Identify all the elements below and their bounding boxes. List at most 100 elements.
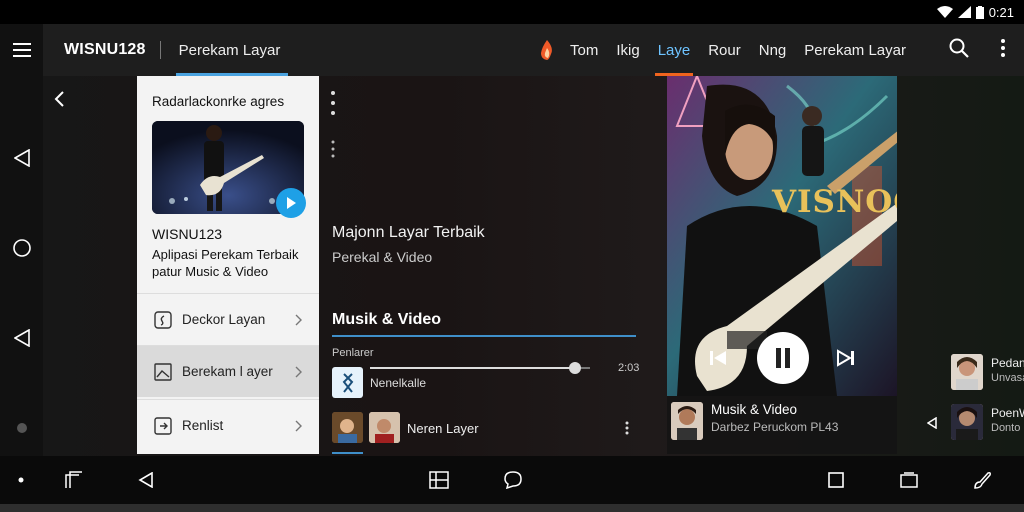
wifi-icon [936,6,953,18]
tab-4[interactable]: Nng [756,24,790,76]
triangle-left-icon [926,416,937,430]
search-button[interactable] [949,38,969,63]
pause-icon [776,348,790,368]
pause-button[interactable] [757,332,809,384]
chevron-right-icon [295,366,302,377]
track-label[interactable]: Neren Layer [407,421,479,436]
card-description: Aplipasi Perekam Terbaik patur Music & V… [152,247,299,279]
hamburger-icon [13,43,31,57]
logo-mark-icon [342,372,353,393]
queue-avatar [951,404,983,440]
image-frame-icon [154,362,172,381]
rail-home-button[interactable] [10,236,34,260]
app-title: WISNU128 [64,41,146,58]
bottom-navigation-bar [0,456,1024,504]
overview-button[interactable] [825,469,847,491]
gallery-button[interactable] [428,469,450,491]
track-label[interactable]: Nenelkalle [370,376,426,390]
now-playing-artist: Darbez Peruckom PL43 [711,420,839,434]
tab-0[interactable]: Tom [567,24,601,76]
triangle-back-icon [138,472,153,488]
app-subtitle-tab[interactable]: Perekam Layar [179,42,281,59]
status-bar: 0:21 [0,0,1024,24]
chevron-right-icon [295,314,302,325]
track-thumbnail[interactable] [332,367,363,398]
album-artwork[interactable]: VISNOC [667,76,897,396]
play-icon [287,197,296,209]
back-nav-button[interactable] [135,469,157,491]
tab-3[interactable]: Rour [705,24,744,76]
signal-icon [957,6,971,18]
more-vert-icon [625,421,629,435]
track-options-button[interactable] [625,421,629,440]
now-playing-bar[interactable]: Musik & Video Darbez Peruckom PL43 [667,396,897,454]
section-title: Musik & Video [332,311,442,328]
chevron-left-icon [54,91,64,107]
portrait-image [951,404,983,440]
tab-2[interactable]: Laye [654,24,694,76]
bottom-dot [10,469,32,491]
panel-options-button-2[interactable] [330,140,336,163]
queue-item-subtitle: Unvasa [991,372,1024,384]
progress-handle[interactable] [568,362,581,374]
tab-5[interactable]: Perekam Layar [801,24,909,76]
queue-collapse-button[interactable] [926,416,937,434]
main-content: Radarlackonrke agres WISNU123 Aplipasi P… [43,76,1024,456]
clock: 0:21 [988,4,1014,20]
queue-item-subtitle: Donto [991,422,1021,434]
portrait-image [671,402,703,440]
elapsed-time: 2:03 [618,362,640,374]
rail-back-button-2[interactable] [10,326,34,350]
rail-back-button[interactable] [10,146,34,170]
menu-item-label: Berekam l ayer [182,364,273,379]
progress-fill [370,367,575,369]
side-card: Radarlackonrke agres WISNU123 Aplipasi P… [137,76,319,454]
card-title: WISNU123 [152,226,223,242]
portrait-image [332,412,363,443]
dot-icon [17,423,27,433]
skip-next-icon [837,349,854,367]
screen-record-icon [154,310,172,329]
queue-item[interactable]: Pedan Unvasa [951,354,1024,392]
triangle-back-icon [14,329,30,347]
rail-dot [10,416,34,440]
grid-frame-icon [429,471,449,489]
panel-options-button[interactable] [330,90,336,121]
menu-item-renlist[interactable]: Renlist [137,399,319,451]
recents-button[interactable] [63,469,85,491]
title-divider [159,41,161,59]
now-playing-avatar [671,402,703,440]
queue-item[interactable]: PoenW Donto [951,404,1024,442]
menu-button[interactable] [10,38,34,62]
window-button[interactable] [898,469,920,491]
menu-item-label: Renlist [182,418,224,433]
window-icon [900,472,918,488]
back-button[interactable] [53,90,65,113]
progress-slider[interactable] [370,362,590,374]
more-vert-icon [331,140,335,158]
queue-avatar [951,354,983,390]
feature-subtitle: Perekal & Video [332,249,433,265]
portrait-image [369,412,400,443]
previous-track-button[interactable] [709,349,727,372]
search-icon [949,38,969,58]
brush-button[interactable] [972,469,994,491]
chat-bubble-icon [504,471,522,489]
play-button[interactable] [276,188,306,218]
next-track-button[interactable] [837,349,855,372]
track-thumbnail-a[interactable] [332,412,363,443]
section-divider [332,335,636,337]
circle-home-icon [13,239,31,257]
track-thumbnail-b[interactable] [369,412,400,443]
overflow-menu-button[interactable] [1000,38,1006,63]
more-vert-icon [331,91,335,115]
chat-button[interactable] [502,469,524,491]
nav-rail [0,24,43,456]
battery-icon [975,5,984,19]
menu-item-screen-record[interactable]: Deckor Layan [137,293,319,345]
menu-item-recorder[interactable]: Berekam l ayer [137,345,319,397]
square-icon [828,472,844,488]
now-playing-label: Penlarer [332,347,374,359]
track-indicator [332,452,363,454]
tab-1[interactable]: Ikig [613,24,642,76]
